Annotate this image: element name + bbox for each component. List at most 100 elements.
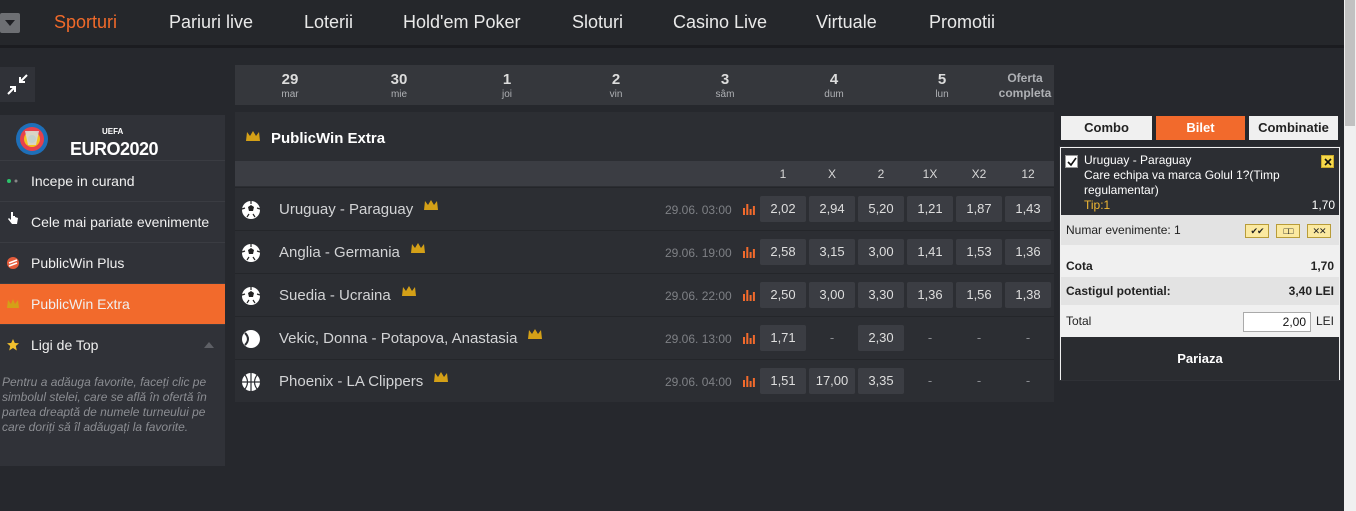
chevron-up-icon[interactable] — [204, 342, 214, 348]
odd-button-1[interactable]: 2,02 — [760, 196, 806, 222]
check-icon — [1067, 157, 1077, 167]
event-name[interactable]: Suedia - Ucraina — [279, 287, 391, 304]
remove-selection-button[interactable] — [1321, 155, 1334, 168]
event-row[interactable]: Anglia - Germania 29.06. 19:00 2,58 3,15 3,0… — [235, 230, 1054, 273]
odd-button-1x[interactable]: 1,36 — [907, 282, 953, 308]
stats-icon[interactable] — [743, 375, 755, 387]
odd-button-2[interactable]: 3,00 — [858, 239, 904, 265]
date-tab[interactable]: 30 mie — [369, 71, 429, 100]
event-name[interactable]: Phoenix - LA Clippers — [279, 373, 423, 390]
odd-button-2[interactable]: 5,20 — [858, 196, 904, 222]
odd-button-12: - — [1025, 373, 1031, 388]
odd-button-2[interactable]: 3,35 — [858, 368, 904, 394]
total-label: Total — [1066, 314, 1092, 328]
potential-win-label: Castigul potential: — [1066, 284, 1171, 298]
nav-pariuri-live[interactable]: Pariuri live — [169, 12, 253, 33]
stats-icon[interactable] — [743, 332, 755, 344]
event-name[interactable]: Anglia - Germania — [279, 244, 400, 261]
date-tab[interactable]: 3 sâm — [695, 71, 755, 100]
odd-button-x2[interactable]: 1,87 — [956, 196, 1002, 222]
event-time: 29.06. 04:00 — [665, 375, 732, 389]
odd-button-x[interactable]: 17,00 — [809, 368, 855, 394]
sidebar-item-publicwin-plus[interactable]: PublicWin Plus — [0, 242, 225, 283]
page-scrollbar[interactable] — [1344, 0, 1356, 511]
date-tab[interactable]: 1 joi — [477, 71, 537, 100]
event-name[interactable]: Uruguay - Paraguay — [279, 201, 413, 218]
odd-button-1[interactable]: 1,71 — [760, 325, 806, 351]
odd-button-2[interactable]: 2,30 — [858, 325, 904, 351]
date-tab[interactable]: 5 lun — [912, 71, 972, 100]
odd-button-1x[interactable]: 1,21 — [907, 196, 953, 222]
events-panel: PublicWin Extra 1 X 2 1X X2 12 Uruguay -… — [235, 112, 1054, 402]
event-row[interactable]: Vekic, Donna - Potapova, Anastasia 29.06.… — [235, 316, 1054, 359]
odd-button-x2[interactable]: 1,53 — [956, 239, 1002, 265]
sidebar-item-ligi-de-top[interactable]: Ligi de Top — [0, 324, 225, 365]
event-time: 29.06. 22:00 — [665, 289, 732, 303]
tab-combinatie[interactable]: Combinatie — [1249, 116, 1338, 140]
odd-button-1x: - — [927, 373, 933, 388]
nav-loterii[interactable]: Loterii — [304, 12, 353, 33]
odd-button-1x[interactable]: 1,41 — [907, 239, 953, 265]
scrollbar-thumb[interactable] — [1345, 0, 1355, 126]
date-tab[interactable]: 2 vin — [586, 71, 646, 100]
nav-holdem-poker[interactable]: Hold'em Poker — [403, 12, 520, 33]
nav-promotii[interactable]: Promotii — [929, 12, 995, 33]
event-row[interactable]: Uruguay - Paraguay 29.06. 03:00 2,02 2,94 5,… — [235, 187, 1054, 230]
nav-virtuale[interactable]: Virtuale — [816, 12, 877, 33]
sidebar-item-publicwin-extra[interactable]: PublicWin Extra — [0, 283, 225, 324]
odd-button-12[interactable]: 1,38 — [1005, 282, 1051, 308]
odd-button-2[interactable]: 3,30 — [858, 282, 904, 308]
system-all-lose-button[interactable]: ✕✕ — [1307, 224, 1331, 238]
selection-odd: 1,70 — [1311, 198, 1335, 212]
stats-icon[interactable] — [743, 246, 755, 258]
full-offer-tab[interactable]: Oferta completa — [995, 71, 1055, 100]
event-row[interactable]: Phoenix - LA Clippers 29.06. 04:00 1,51 17,… — [235, 359, 1054, 402]
odd-button-x2[interactable]: 1,56 — [956, 282, 1002, 308]
euro2020-logo[interactable]: UEFA EURO2020 — [14, 121, 164, 159]
live-dots-icon — [7, 179, 18, 183]
nav-sporturi[interactable]: Sporturi — [54, 12, 117, 33]
sidebar-item-cele-mai-pariate[interactable]: Cele mai pariate evenimente — [0, 201, 225, 242]
odd-button-1[interactable]: 2,50 — [760, 282, 806, 308]
euro2020-text: EURO2020 — [70, 139, 159, 159]
menu-dropdown-button[interactable] — [0, 13, 20, 33]
system-all-win-button[interactable]: ✔✔ — [1245, 224, 1269, 238]
stats-icon[interactable] — [743, 289, 755, 301]
odd-button-1x: - — [927, 330, 933, 345]
tab-bilet[interactable]: Bilet — [1156, 116, 1245, 140]
system-none-button[interactable]: □□ — [1276, 224, 1300, 238]
odd-button-x[interactable]: 3,00 — [809, 282, 855, 308]
events-title: PublicWin Extra — [271, 130, 386, 147]
tab-combo[interactable]: Combo — [1061, 116, 1152, 140]
sidebar-item-label: Cele mai pariate evenimente — [31, 214, 210, 230]
odd-button-x: - — [829, 330, 835, 345]
selection-checkbox[interactable] — [1065, 155, 1078, 168]
potential-win-value: 3,40 LEI — [1288, 284, 1334, 298]
nav-sloturi[interactable]: Sloturi — [572, 12, 623, 33]
odd-button-12[interactable]: 1,43 — [1005, 196, 1051, 222]
collapse-sidebar-button[interactable] — [0, 67, 35, 102]
event-name[interactable]: Vekic, Donna - Potapova, Anastasia — [279, 330, 517, 347]
place-bet-button[interactable]: Pariaza — [1061, 337, 1339, 380]
sidebar: UEFA EURO2020 Incepe in curand Cele mai … — [0, 115, 225, 466]
slip-selection: Uruguay - Paraguay Care echipa va marca … — [1061, 148, 1339, 215]
date-tab[interactable]: 29 mar — [260, 71, 320, 100]
hand-pointer-icon — [8, 212, 18, 224]
date-tab[interactable]: 4 dum — [804, 71, 864, 100]
event-row[interactable]: Suedia - Ucraina 29.06. 22:00 2,50 3,00 3,30… — [235, 273, 1054, 316]
football-icon — [241, 244, 261, 262]
selection-tip: Tip:1 — [1084, 198, 1111, 212]
stats-icon[interactable] — [743, 203, 755, 215]
odd-button-1[interactable]: 2,58 — [760, 239, 806, 265]
cota-row: Cota 1,70 — [1061, 245, 1339, 277]
odd-button-x[interactable]: 3,15 — [809, 239, 855, 265]
selection-market: Care echipa va marca Golul 1?(Timp — [1084, 168, 1280, 182]
column-header: 1 — [779, 167, 787, 181]
odd-button-1[interactable]: 1,51 — [760, 368, 806, 394]
odd-button-x[interactable]: 2,94 — [809, 196, 855, 222]
odd-button-12[interactable]: 1,36 — [1005, 239, 1051, 265]
nav-casino-live[interactable]: Casino Live — [673, 12, 767, 33]
collapse-arrows-icon — [7, 74, 28, 95]
stake-input[interactable]: 2,00 — [1243, 312, 1311, 332]
sidebar-item-incepe-in-curand[interactable]: Incepe in curand — [0, 160, 225, 201]
